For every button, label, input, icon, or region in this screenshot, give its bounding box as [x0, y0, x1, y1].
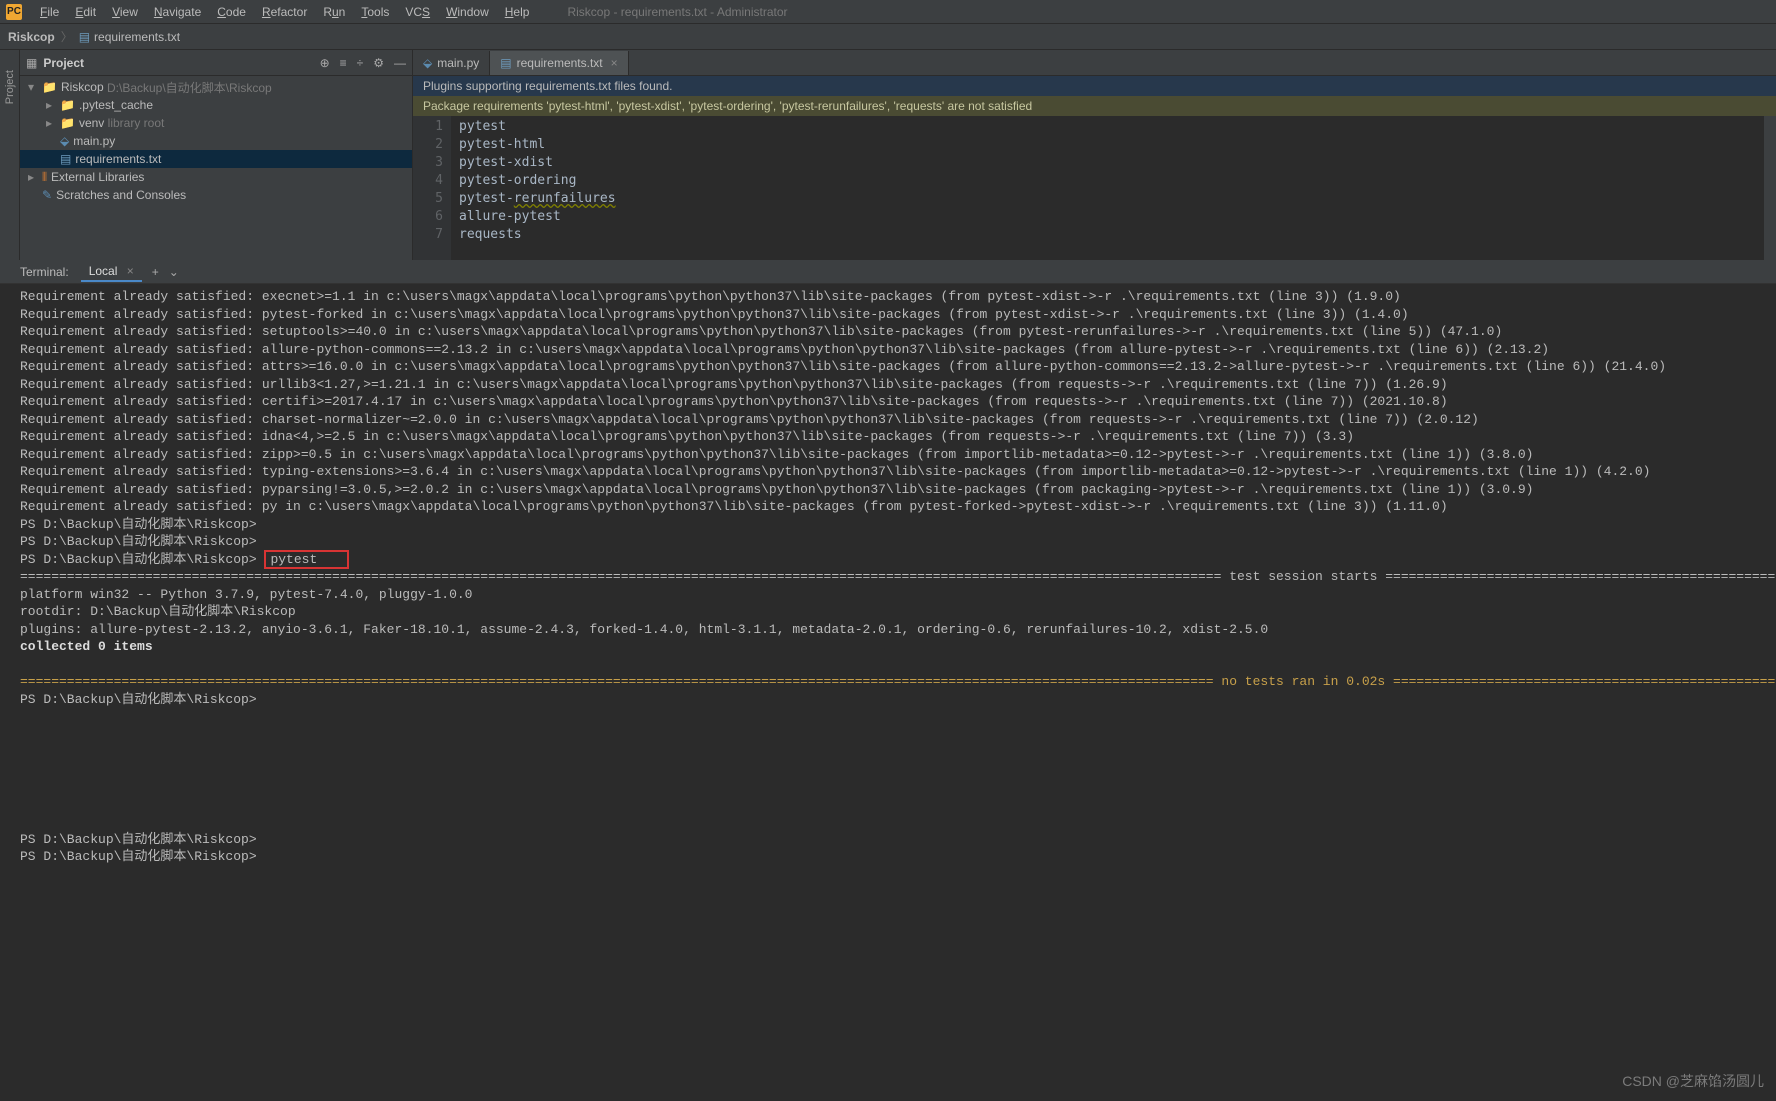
menu-refactor[interactable]: Refactor	[254, 5, 315, 19]
menubar: PC File Edit View Navigate Code Refactor…	[0, 0, 1776, 24]
plugins-banner[interactable]: Plugins supporting requirements.txt file…	[413, 76, 1776, 96]
project-panel-header: ▦ Project ⊕ ≡ ÷ ⚙ —	[20, 50, 412, 76]
menu-navigate[interactable]: Navigate	[146, 5, 209, 19]
chevron-right-icon: 〉	[61, 28, 73, 45]
tree-row[interactable]: ▾📁Riskcop D:\Backup\自动化脚本\Riskcop	[20, 78, 412, 96]
breadcrumb: Riskcop 〉 ▤ requirements.txt	[0, 24, 1776, 50]
gear-icon[interactable]: ⚙	[373, 56, 384, 70]
tree-row[interactable]: ▸⫴External Libraries	[20, 168, 412, 186]
tree-row[interactable]: ✎Scratches and Consoles	[20, 186, 412, 204]
menu-code[interactable]: Code	[209, 5, 254, 19]
hide-icon[interactable]: —	[394, 56, 406, 70]
code-content[interactable]: pytestpytest-htmlpytest-xdistpytest-orde…	[451, 116, 1764, 260]
app-icon: PC	[6, 4, 22, 20]
terminal-panel: Terminal: Local × + ⌄ Requirement alread…	[0, 260, 1776, 1101]
tab-label: requirements.txt	[517, 56, 603, 70]
window-title: Riskcop - requirements.txt - Administrat…	[567, 5, 787, 19]
expand-all-icon[interactable]: ≡	[340, 56, 347, 70]
project-panel: ▦ Project ⊕ ≡ ÷ ⚙ — ▾📁Riskcop D:\Backup\…	[20, 50, 413, 260]
menu-tools[interactable]: Tools	[353, 5, 397, 19]
tool-window-stripe: Project	[0, 50, 20, 260]
tree-row[interactable]: ▸📁venv library root	[20, 114, 412, 132]
file-icon: ▤	[79, 30, 90, 44]
tab-label: main.py	[437, 56, 479, 70]
project-tree[interactable]: ▾📁Riskcop D:\Backup\自动化脚本\Riskcop▸📁.pyte…	[20, 76, 412, 206]
chevron-down-icon[interactable]: ⌄	[169, 265, 179, 279]
watermark: CSDN @芝麻馅汤圆儿	[1622, 1071, 1764, 1091]
tab-main-py[interactable]: ⬙ main.py	[413, 51, 490, 75]
close-icon[interactable]: ×	[611, 56, 618, 70]
project-tool-button[interactable]: Project	[4, 70, 16, 104]
tree-row[interactable]: ▸📁.pytest_cache	[20, 96, 412, 114]
tree-row[interactable]: ⬙main.py	[20, 132, 412, 150]
project-panel-title: Project	[43, 56, 84, 70]
terminal-header: Terminal: Local × + ⌄	[0, 260, 1776, 284]
collapse-icon[interactable]: ÷	[357, 56, 364, 70]
text-file-icon: ▤	[500, 56, 511, 70]
terminal-tab-local[interactable]: Local ×	[81, 262, 142, 282]
python-file-icon: ⬙	[423, 56, 432, 70]
tab-requirements-txt[interactable]: ▤ requirements.txt ×	[490, 51, 628, 75]
menu-edit[interactable]: Edit	[67, 5, 104, 19]
menu-view[interactable]: View	[104, 5, 146, 19]
menu-help[interactable]: Help	[497, 5, 538, 19]
terminal-title: Terminal:	[20, 265, 69, 279]
editor-scrollbar[interactable]	[1764, 116, 1776, 260]
editor-area: ⬙ main.py ▤ requirements.txt × Plugins s…	[413, 50, 1776, 260]
project-icon: ▦	[26, 56, 37, 70]
breadcrumb-file[interactable]: requirements.txt	[94, 30, 180, 44]
locate-icon[interactable]: ⊕	[320, 56, 330, 70]
menu-vcs[interactable]: VCS	[397, 5, 438, 19]
editor-body[interactable]: 1234567 pytestpytest-htmlpytest-xdistpyt…	[413, 116, 1776, 260]
requirements-warning-banner[interactable]: Package requirements 'pytest-html', 'pyt…	[413, 96, 1776, 116]
menu-run[interactable]: Run	[315, 5, 353, 19]
terminal-output[interactable]: Requirement already satisfied: execnet>=…	[0, 284, 1776, 1101]
line-gutter: 1234567	[413, 116, 451, 260]
tree-row[interactable]: ▤requirements.txt	[20, 150, 412, 168]
editor-tabbar: ⬙ main.py ▤ requirements.txt ×	[413, 50, 1776, 76]
menu-file[interactable]: File	[32, 5, 67, 19]
menu-window[interactable]: Window	[438, 5, 497, 19]
close-icon[interactable]: ×	[127, 264, 134, 278]
breadcrumb-root[interactable]: Riskcop	[8, 30, 55, 44]
add-terminal-icon[interactable]: +	[152, 265, 159, 279]
